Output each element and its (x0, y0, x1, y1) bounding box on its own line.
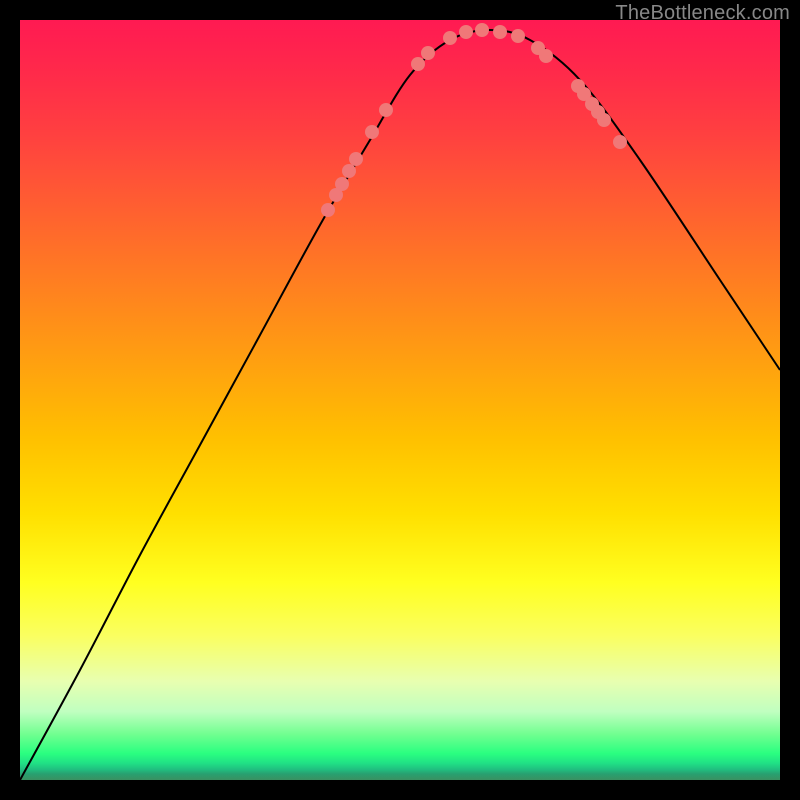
chart-frame: TheBottleneck.com (0, 0, 800, 800)
data-point (459, 25, 473, 39)
data-point (379, 103, 393, 117)
bottleneck-curve-line (20, 30, 780, 780)
data-point (443, 31, 457, 45)
data-point (421, 46, 435, 60)
data-point (321, 203, 335, 217)
data-point (411, 57, 425, 71)
curve-svg (20, 20, 780, 780)
data-point (597, 113, 611, 127)
watermark-text: TheBottleneck.com (615, 2, 790, 25)
data-point (493, 25, 507, 39)
data-point (365, 125, 379, 139)
data-point (511, 29, 525, 43)
data-point (475, 23, 489, 37)
plot-area (20, 20, 780, 780)
data-point (539, 49, 553, 63)
data-points-group (321, 23, 627, 217)
data-point (349, 152, 363, 166)
data-point (335, 177, 349, 191)
data-point (342, 164, 356, 178)
data-point (613, 135, 627, 149)
